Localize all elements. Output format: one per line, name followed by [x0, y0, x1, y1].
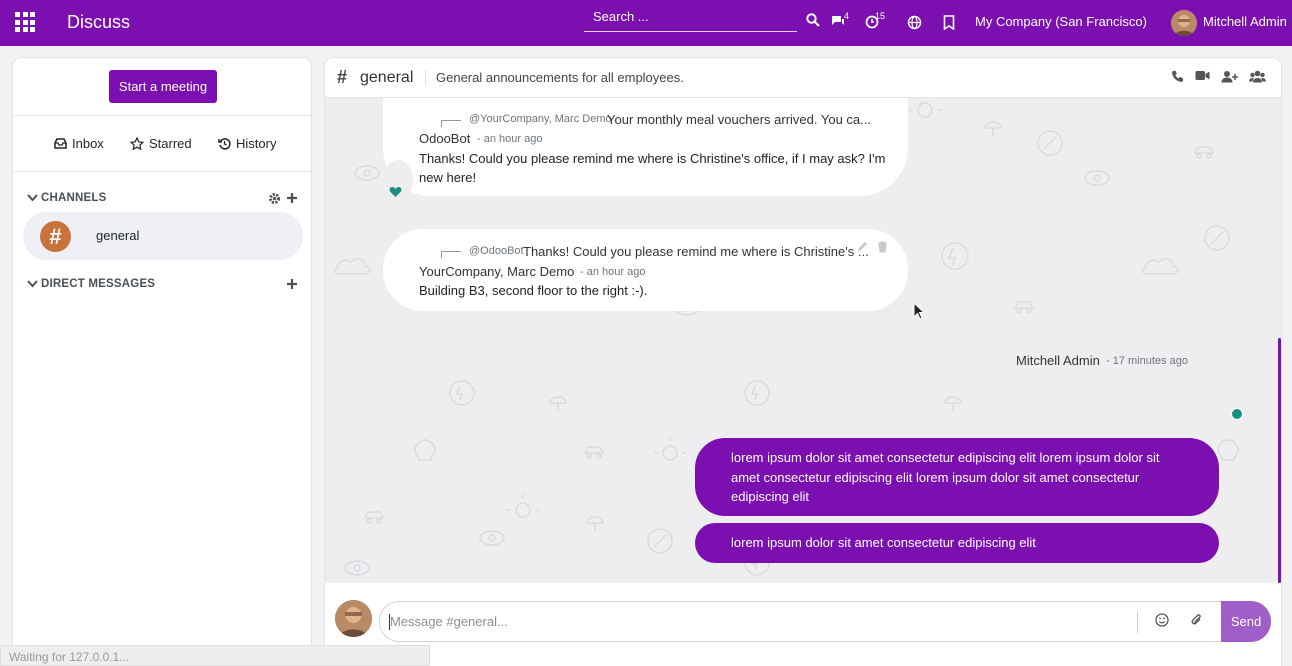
own-message-bubble[interactable]: lorem ipsum dolor sit amet consectetur e…	[695, 438, 1219, 516]
sidebar-item-label: Starred	[149, 136, 192, 151]
reply-preview[interactable]: Thanks! Could you please remind me where…	[523, 244, 869, 259]
message-body: Building B3, second floor to the right :…	[419, 283, 648, 298]
message-author[interactable]: YourCompany, Marc Demo	[419, 264, 574, 279]
app-title[interactable]: Discuss	[67, 12, 130, 33]
apps-icon[interactable]	[15, 12, 35, 32]
emoji-icon[interactable]	[1155, 613, 1169, 627]
company-switcher[interactable]: My Company (San Francisco)	[975, 14, 1147, 29]
channels-heading: CHANNELS	[41, 192, 107, 204]
read-status-dot	[1231, 408, 1243, 420]
pencil-icon[interactable]	[856, 241, 868, 253]
sidebar: Start a meeting Inbox Starred History CH…	[12, 57, 312, 666]
reply-author[interactable]: @YourCompany, Marc Demo	[469, 113, 612, 125]
divider	[1137, 611, 1138, 633]
add-chat-icon[interactable]	[286, 278, 298, 290]
sidebar-item-label: History	[236, 136, 277, 151]
channel-hash-icon: #	[337, 67, 348, 87]
search-input[interactable]: Search ...	[584, 8, 797, 32]
browser-status-bar: Waiting for 127.0.0.1...	[0, 645, 430, 666]
chat-icon[interactable]	[831, 15, 845, 28]
activities-badge: 15	[875, 11, 886, 21]
thread-header: # general General announcements for all …	[325, 58, 1281, 98]
scrollbar[interactable]	[1278, 338, 1281, 583]
message-time: - an hour ago	[477, 133, 543, 145]
members-icon[interactable]	[1249, 70, 1266, 83]
bookmark-icon[interactable]	[943, 15, 955, 30]
globe-icon[interactable]	[907, 15, 922, 30]
user-menu[interactable]: Mitchell Admin	[1203, 14, 1287, 29]
reply-author[interactable]: @OdooBot	[469, 245, 524, 257]
send-button[interactable]: Send	[1221, 601, 1271, 642]
sidebar-item-label: Inbox	[72, 136, 104, 151]
reply-connector	[441, 251, 461, 258]
composer: Message #general... Send	[325, 583, 1281, 666]
divider	[425, 70, 426, 86]
sidebar-item-history[interactable]: History	[218, 136, 276, 151]
start-meeting-button[interactable]: Start a meeting	[109, 70, 217, 103]
channel-label: general	[96, 228, 140, 243]
channel-avatar-icon: #	[40, 221, 71, 252]
avatar[interactable]	[1171, 10, 1197, 36]
message-body: Thanks! Could you please remind me where…	[419, 151, 886, 185]
trash-icon[interactable]	[877, 241, 888, 253]
divider	[13, 171, 311, 172]
message-author[interactable]: OdooBot	[419, 131, 470, 146]
thread-description[interactable]: General announcements for all employees.	[436, 70, 684, 85]
messages-badge: 4	[844, 11, 850, 21]
add-channel-icon[interactable]	[286, 192, 298, 204]
message-input[interactable]: Message #general...	[379, 601, 1222, 642]
search-icon[interactable]	[806, 13, 820, 27]
chevron-down-icon	[27, 280, 38, 288]
reply-preview[interactable]: Your monthly meal vouchers arrived. You …	[607, 112, 871, 127]
sidebar-item-general[interactable]: # general	[23, 212, 303, 260]
gear-icon[interactable]	[268, 192, 281, 205]
star-icon	[130, 137, 144, 150]
thread-panel: # general General announcements for all …	[324, 57, 1282, 666]
direct-messages-heading: DIRECT MESSAGES	[41, 278, 156, 290]
direct-messages-section-toggle[interactable]: DIRECT MESSAGES	[27, 278, 155, 290]
history-icon	[218, 138, 231, 150]
thread-title[interactable]: general	[360, 69, 413, 87]
video-icon[interactable]	[1195, 70, 1210, 81]
own-message-time: - 17 minutes ago	[1106, 355, 1188, 367]
paperclip-icon[interactable]	[1190, 613, 1203, 627]
message-time: - an hour ago	[580, 266, 646, 278]
own-message-author[interactable]: Mitchell Admin	[1016, 353, 1100, 368]
heart-reaction-icon[interactable]	[389, 186, 402, 201]
chevron-down-icon	[27, 194, 38, 202]
phone-icon[interactable]	[1171, 70, 1184, 83]
add-user-icon[interactable]	[1221, 70, 1238, 83]
sidebar-item-starred[interactable]: Starred	[130, 136, 192, 151]
mouse-cursor-icon	[913, 302, 925, 320]
sidebar-item-inbox[interactable]: Inbox	[54, 136, 104, 151]
divider	[13, 115, 311, 116]
top-navbar: Discuss Search ... 4 15 My Company (San …	[0, 0, 1292, 46]
reply-connector	[441, 120, 461, 127]
channels-section-toggle[interactable]: CHANNELS	[27, 192, 107, 204]
inbox-icon	[54, 138, 67, 149]
avatar	[335, 600, 372, 637]
own-message-bubble[interactable]: lorem ipsum dolor sit amet consectetur e…	[695, 523, 1219, 563]
message-list[interactable]: @YourCompany, Marc Demo Your monthly mea…	[325, 98, 1281, 583]
